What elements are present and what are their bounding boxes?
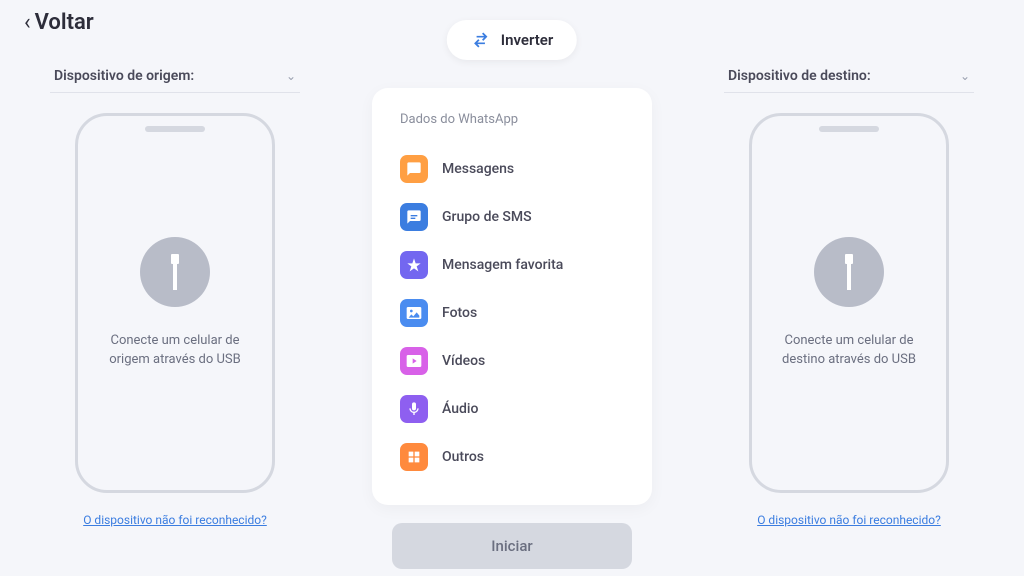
outros-icon: [400, 443, 428, 471]
phone-notch: [145, 126, 205, 132]
source-phone-placeholder: Conecte um celular de origem através do …: [75, 113, 275, 493]
source-column: Dispositivo de origem: ⌄ Conecte um celu…: [50, 60, 300, 576]
data-item-vídeos[interactable]: Vídeos: [400, 337, 624, 385]
chevron-down-icon: ⌄: [286, 69, 296, 83]
data-item-outros[interactable]: Outros: [400, 433, 624, 481]
vídeos-icon: [400, 347, 428, 375]
source-phone-text: Conecte um celular de origem através do …: [98, 331, 252, 370]
data-item-fotos[interactable]: Fotos: [400, 289, 624, 337]
start-button[interactable]: Iniciar: [392, 523, 632, 569]
back-button[interactable]: ‹ Voltar: [24, 10, 94, 35]
fotos-icon: [400, 299, 428, 327]
source-device-selector[interactable]: Dispositivo de origem: ⌄: [50, 60, 300, 93]
back-label: Voltar: [35, 10, 94, 35]
source-help-link[interactable]: O dispositivo não foi reconhecido?: [83, 513, 267, 527]
destination-phone-text: Conecte um celular de destino através do…: [772, 331, 926, 370]
mensagem-favorita-icon: [400, 251, 428, 279]
áudio-icon: [400, 395, 428, 423]
invert-label: Inverter: [501, 31, 553, 49]
data-item-label: Messagens: [442, 161, 514, 177]
grupo-de-sms-icon: [400, 203, 428, 231]
data-item-grupo-de-sms[interactable]: Grupo de SMS: [400, 193, 624, 241]
data-item-label: Outros: [442, 449, 484, 465]
data-item-label: Vídeos: [442, 353, 485, 369]
invert-button[interactable]: Inverter: [447, 20, 577, 60]
data-item-label: Fotos: [442, 305, 477, 321]
swap-icon: [471, 30, 491, 50]
data-column: Dados do WhatsApp Messagens Grupo de SMS M…: [372, 60, 652, 576]
data-card: Dados do WhatsApp Messagens Grupo de SMS M…: [372, 88, 652, 505]
source-label: Dispositivo de origem:: [54, 68, 194, 84]
usb-icon: [814, 237, 884, 307]
usb-icon: [140, 237, 210, 307]
destination-phone-placeholder: Conecte um celular de destino através do…: [749, 113, 949, 493]
destination-help-link[interactable]: O dispositivo não foi reconhecido?: [757, 513, 941, 527]
data-item-label: Mensagem favorita: [442, 257, 563, 273]
destination-label: Dispositivo de destino:: [728, 68, 871, 84]
chevron-down-icon: ⌄: [960, 69, 970, 83]
data-title: Dados do WhatsApp: [400, 112, 624, 127]
phone-notch: [819, 126, 879, 132]
data-item-label: Áudio: [442, 401, 478, 417]
data-item-mensagem-favorita[interactable]: Mensagem favorita: [400, 241, 624, 289]
data-item-messagens[interactable]: Messagens: [400, 145, 624, 193]
data-item-label: Grupo de SMS: [442, 209, 532, 225]
destination-device-selector[interactable]: Dispositivo de destino: ⌄: [724, 60, 974, 93]
chevron-left-icon: ‹: [24, 10, 31, 35]
messagens-icon: [400, 155, 428, 183]
destination-column: Dispositivo de destino: ⌄ Conecte um cel…: [724, 60, 974, 576]
data-item-áudio[interactable]: Áudio: [400, 385, 624, 433]
